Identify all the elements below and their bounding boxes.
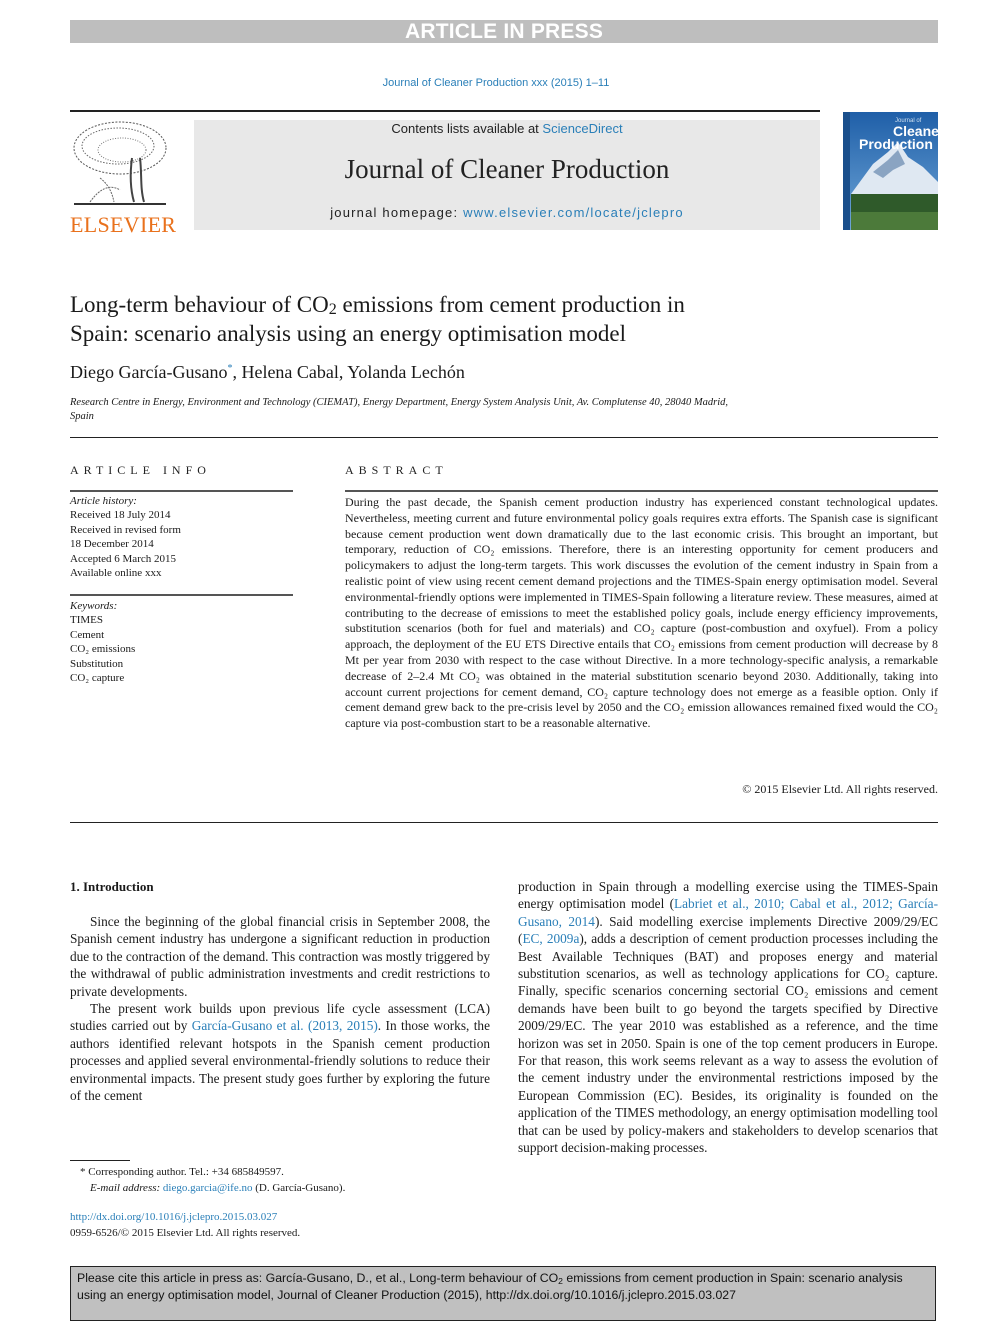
history-item: Received 18 July 2014 xyxy=(70,509,171,522)
homepage-prefix: journal homepage: xyxy=(330,205,464,220)
article-info-rule xyxy=(70,490,293,492)
other-authors[interactable]: , Helena Cabal, Yolanda Lechón xyxy=(232,362,464,382)
keywords-rule xyxy=(70,594,293,596)
title-text-line2: Spain: scenario analysis using an energy… xyxy=(70,321,626,346)
affiliation-line-1: Research Centre in Energy, Environment a… xyxy=(70,397,728,408)
article-title: Long-term behaviour of CO2 emissions fro… xyxy=(70,290,890,348)
sciencedirect-link[interactable]: ScienceDirect xyxy=(542,121,622,136)
article-history: Article history: Received 18 July 2014 R… xyxy=(70,494,293,580)
abstract-divider xyxy=(70,822,938,823)
corresponding-author-note: * Corresponding author. Tel.: +34 685849… xyxy=(80,1166,284,1178)
doi-block: http://dx.doi.org/10.1016/j.jclepro.2015… xyxy=(70,1209,490,1241)
article-in-press-banner: ARTICLE IN PRESS xyxy=(70,20,938,43)
affiliation-line-2: Spain xyxy=(70,411,94,422)
author-list: Diego García-Gusano*, Helena Cabal, Yola… xyxy=(70,362,465,383)
history-item: Received in revised form xyxy=(70,523,181,536)
journal-homepage-link[interactable]: www.elsevier.com/locate/jclepro xyxy=(463,205,684,220)
history-item: 18 December 2014 xyxy=(70,538,154,551)
citation-text-a: Please cite this article in press as: Ga… xyxy=(77,1271,559,1285)
intro-paragraph-1: Since the beginning of the global financ… xyxy=(70,914,490,999)
contents-prefix: Contents lists available at xyxy=(391,121,543,136)
keyword-item: Substitution xyxy=(70,657,124,670)
cover-production: Production xyxy=(859,136,933,152)
citation-link-ec-2009a[interactable]: EC, 2009a xyxy=(522,931,579,946)
contents-line: Contents lists available at ScienceDirec… xyxy=(194,121,820,136)
email-line: E-mail address: diego.garcia@ife.no (D. … xyxy=(80,1180,500,1196)
journal-cover-image[interactable]: Journal of Cleaner Production xyxy=(843,112,938,230)
keywords-label: Keywords: xyxy=(70,600,118,612)
journal-masthead: Contents lists available at ScienceDirec… xyxy=(194,120,820,230)
elsevier-wordmark: ELSEVIER xyxy=(70,212,177,237)
abstract-copyright: © 2015 Elsevier Ltd. All rights reserved… xyxy=(742,782,938,796)
history-label: Article history: xyxy=(70,495,137,507)
journal-cover-icon: Journal of Cleaner Production xyxy=(843,112,938,230)
introduction-heading: 1. Introduction xyxy=(70,879,154,894)
title-text-b: emissions from cement production in xyxy=(336,292,685,317)
body-column-right: production in Spain through a modelling … xyxy=(518,878,938,1157)
header-rule xyxy=(70,110,820,112)
keywords: Keywords: TIMES Cement CO₂ emissions Sub… xyxy=(70,599,293,685)
email-label: E-mail address: xyxy=(90,1182,163,1194)
history-item: Available online xxx xyxy=(70,567,162,580)
homepage-line: journal homepage: www.elsevier.com/locat… xyxy=(194,205,820,220)
abstract-heading: ABSTRACT xyxy=(345,463,448,477)
col2-text-c: ), adds a description of cement producti… xyxy=(518,931,939,1156)
elsevier-tree-icon xyxy=(73,121,167,205)
email-suffix: (D. García-Gusano). xyxy=(252,1182,346,1194)
journal-reference-link[interactable]: Journal of Cleaner Production xxx (2015)… xyxy=(0,77,992,89)
intro-paragraph-2: The present work builds upon previous li… xyxy=(70,1000,490,1104)
keyword-item: CO₂ capture xyxy=(70,672,125,685)
keyword-item: Cement xyxy=(70,628,105,641)
title-subscript: 2 xyxy=(328,301,337,318)
title-divider xyxy=(70,437,938,438)
footnote: * Corresponding author. Tel.: +34 685849… xyxy=(80,1164,500,1196)
footnote-rule xyxy=(70,1160,130,1161)
doi-link[interactable]: http://dx.doi.org/10.1016/j.jclepro.2015… xyxy=(70,1209,490,1225)
citation-link-garcia-gusano[interactable]: García-Gusano et al. (2013, 2015) xyxy=(192,1018,378,1033)
body-column-left: Since the beginning of the global financ… xyxy=(70,913,490,1104)
intro-paragraph-2-continued: production in Spain through a modelling … xyxy=(518,878,938,1157)
abstract-text: During the past decade, the Spanish ceme… xyxy=(345,495,938,731)
citation-box: Please cite this article in press as: Ga… xyxy=(70,1266,936,1321)
keyword-item: TIMES xyxy=(70,614,103,627)
title-text-a: Long-term behaviour of CO xyxy=(70,292,329,317)
abstract-rule xyxy=(345,490,938,492)
affiliation: Research Centre in Energy, Environment a… xyxy=(70,396,830,424)
author-name[interactable]: Diego García-Gusano xyxy=(70,362,227,382)
journal-name: Journal of Cleaner Production xyxy=(344,154,670,184)
issn-line: 0959-6526/© 2015 Elsevier Ltd. All right… xyxy=(70,1227,301,1239)
elsevier-logo[interactable]: ELSEVIER xyxy=(70,118,177,237)
history-item: Accepted 6 March 2015 xyxy=(70,552,176,565)
article-info-heading: ARTICLE INFO xyxy=(70,463,211,477)
keyword-item: CO₂ emissions xyxy=(70,643,136,656)
email-link[interactable]: diego.garcia@ife.no xyxy=(163,1182,253,1194)
